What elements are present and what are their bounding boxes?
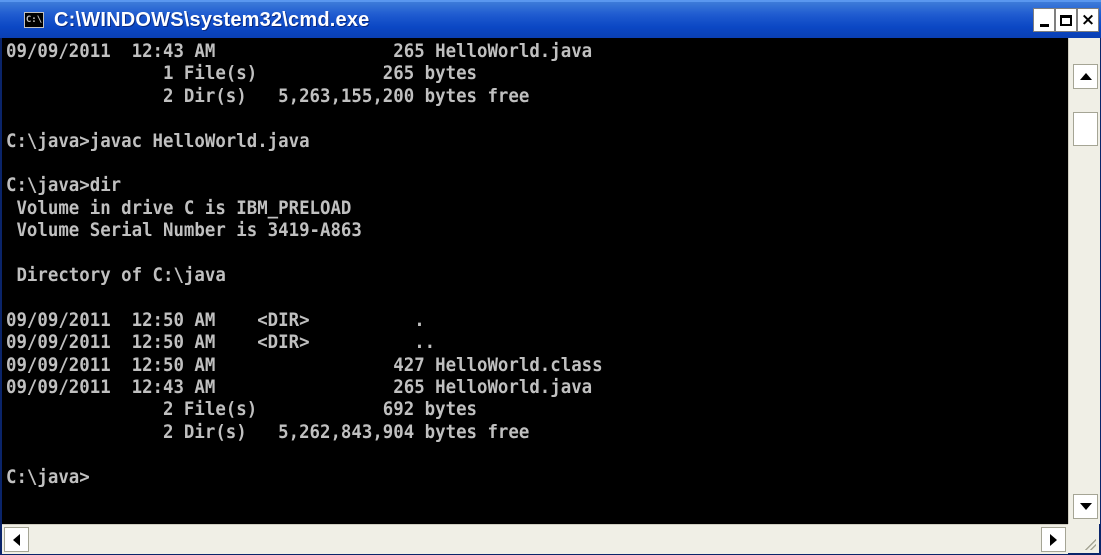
console-line: Directory of C:\java bbox=[6, 264, 226, 286]
console-line: 1 File(s) 265 bytes bbox=[6, 62, 478, 85]
close-button[interactable]: × bbox=[1077, 8, 1099, 32]
console-line: 09/09/2011 12:43 AM 265 HelloWorld.java bbox=[6, 40, 593, 62]
horizontal-scrollbar[interactable] bbox=[2, 524, 1068, 554]
console-line: C:\java>dir bbox=[6, 174, 122, 197]
scroll-left-button[interactable] bbox=[4, 527, 29, 552]
vertical-scroll-thumb[interactable] bbox=[1073, 112, 1098, 146]
resize-grip-icon bbox=[1082, 536, 1096, 550]
console-line: 09/09/2011 12:43 AM 265 HelloWorld.java bbox=[6, 376, 593, 398]
title-bar[interactable]: C:\ C:\WINDOWS\system32\cmd.exe × bbox=[0, 0, 1101, 38]
console-line: 2 Dir(s) 5,263,155,200 bytes free bbox=[6, 84, 530, 107]
console-output[interactable]: 09/09/2011 12:43 AM 265 HelloWorld.java … bbox=[2, 38, 1068, 524]
scroll-down-button[interactable] bbox=[1073, 494, 1098, 519]
close-icon: × bbox=[1080, 9, 1096, 30]
cmd-window: C:\ C:\WINDOWS\system32\cmd.exe × 09/09/… bbox=[0, 0, 1101, 555]
console-line: 09/09/2011 12:50 AM <DIR> .. bbox=[6, 331, 436, 354]
console-line: Volume in drive C is IBM_PRELOAD bbox=[6, 196, 352, 219]
maximize-button[interactable] bbox=[1055, 8, 1077, 32]
minimize-icon bbox=[1039, 23, 1049, 27]
scroll-right-button[interactable] bbox=[1041, 527, 1066, 552]
arrow-left-icon bbox=[13, 533, 20, 546]
console-line: 2 File(s) 692 bytes bbox=[6, 398, 478, 421]
console-line: Volume Serial Number is 3419-A863 bbox=[6, 219, 362, 242]
console-line: C:\java> bbox=[6, 465, 90, 488]
window-title: C:\WINDOWS\system32\cmd.exe bbox=[54, 9, 370, 31]
resize-grip[interactable] bbox=[1068, 524, 1099, 553]
console-app-icon[interactable]: C:\ bbox=[24, 12, 44, 28]
minimize-button[interactable] bbox=[1033, 8, 1055, 32]
console-line: C:\java>javac HelloWorld.java bbox=[6, 129, 310, 152]
vertical-scrollbar[interactable] bbox=[1068, 38, 1100, 524]
console-line: 09/09/2011 12:50 AM <DIR> . bbox=[6, 308, 425, 331]
console-line: 09/09/2011 12:50 AM 427 HelloWorld.class bbox=[6, 353, 603, 376]
arrow-down-icon bbox=[1079, 503, 1092, 510]
console-line: 2 Dir(s) 5,262,843,904 bytes free bbox=[6, 420, 530, 443]
maximize-icon bbox=[1060, 14, 1072, 26]
arrow-up-icon bbox=[1079, 73, 1092, 80]
arrow-right-icon bbox=[1050, 533, 1057, 546]
scroll-up-button[interactable] bbox=[1073, 64, 1098, 89]
